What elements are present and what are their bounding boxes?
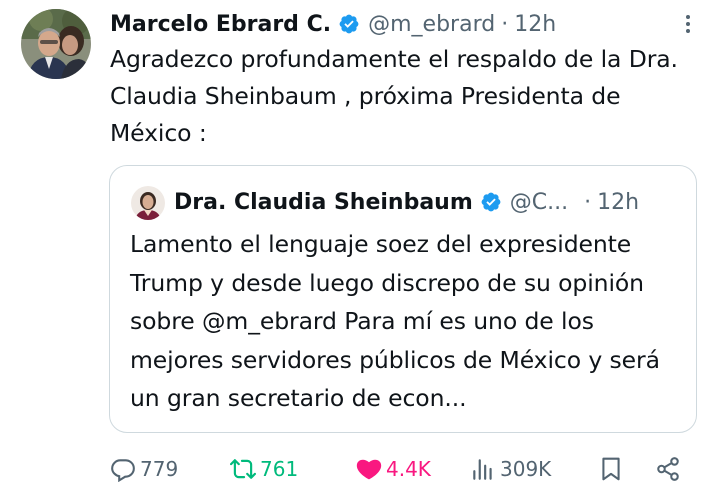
views-button[interactable]: 309K [470,449,551,489]
quoted-verified-badge-icon [480,191,502,213]
more-options-icon[interactable] [678,14,698,34]
author-name[interactable]: Marcelo Ebrard C. [110,12,331,37]
retweet-icon [230,459,256,479]
quoted-avatar-photo [131,186,165,220]
tweet[interactable]: Marcelo Ebrard C. @m_ebrard · 12h Agrade… [0,0,720,503]
verified-badge-icon [338,13,360,35]
tweet-timestamp[interactable]: 12h [514,12,556,37]
quoted-author-handle[interactable]: @C... [510,190,568,215]
quoted-author-avatar[interactable] [131,186,165,220]
quoted-author-name[interactable]: Dra. Claudia Sheinbaum [174,190,473,215]
like-count: 4.4K [386,457,431,481]
share-button[interactable] [655,449,685,489]
retweet-count: 761 [260,457,299,481]
avatar-photo [21,9,91,79]
author-avatar[interactable] [21,9,91,79]
like-button[interactable]: 4.4K [356,449,431,489]
bookmark-button[interactable] [598,449,628,489]
reply-count: 779 [140,457,179,481]
reply-icon [111,459,135,482]
quoted-tweet-timestamp[interactable]: 12h [597,190,639,215]
tweet-header: Marcelo Ebrard C. @m_ebrard · 12h [110,6,556,42]
separator-dot: · [501,11,509,37]
views-count: 309K [500,457,552,481]
bookmark-icon [602,457,620,481]
views-chart-icon [473,459,492,480]
retweet-button[interactable]: 761 [230,449,298,489]
reply-button[interactable]: 779 [110,449,178,489]
quoted-tweet[interactable]: Dra. Claudia Sheinbaum @C... · 12h Lamen… [109,165,697,433]
author-handle[interactable]: @m_ebrard [368,12,495,37]
share-icon [657,457,679,481]
quoted-tweet-header: Dra. Claudia Sheinbaum @C... · 12h [174,184,639,220]
tweet-text: Agradezco profundamente el respaldo de l… [110,45,678,147]
action-bar: 779 761 4.4K 309K [110,449,690,489]
heart-icon [356,459,382,480]
quoted-separator-dot: · [584,189,592,215]
quoted-tweet-text: Lamento el lenguaje soez del expresident… [130,230,660,412]
